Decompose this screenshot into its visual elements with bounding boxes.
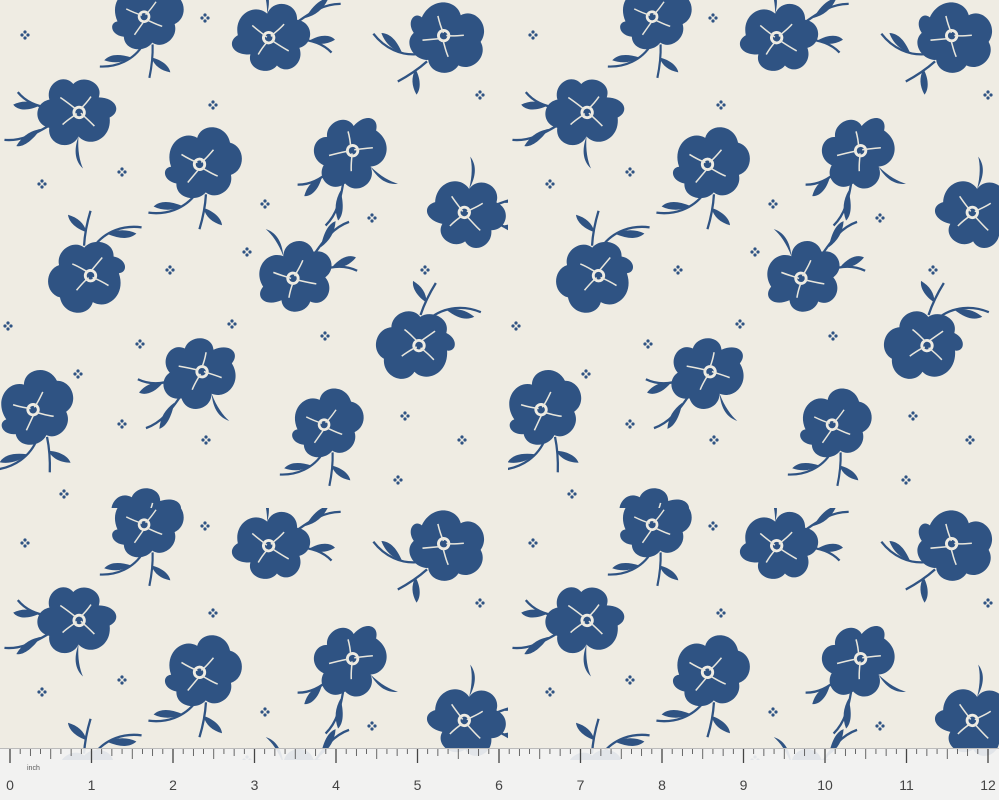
ruler-number: 12 — [980, 777, 996, 793]
ruler-number: 2 — [169, 777, 177, 793]
ruler-number: 9 — [740, 777, 748, 793]
ruler-number: 5 — [414, 777, 422, 793]
floral-fabric-pattern — [0, 0, 999, 760]
ruler-number: 7 — [577, 777, 585, 793]
ruler-number: 3 — [251, 777, 259, 793]
fabric-swatch-image: 0 1 2 3 4 5 6 7 8 9 10 11 12 inch — [0, 0, 999, 800]
ruler-number: 10 — [817, 777, 833, 793]
ruler-number: 6 — [495, 777, 503, 793]
ruler-number: 8 — [658, 777, 666, 793]
ruler-number: 0 — [6, 777, 14, 793]
ruler-unit-label: inch — [27, 765, 40, 772]
measuring-ruler: 0 1 2 3 4 5 6 7 8 9 10 11 12 inch — [0, 748, 999, 800]
ruler-number: 4 — [332, 777, 340, 793]
ruler-number: 11 — [899, 777, 914, 793]
ruler-number: 1 — [88, 777, 96, 793]
